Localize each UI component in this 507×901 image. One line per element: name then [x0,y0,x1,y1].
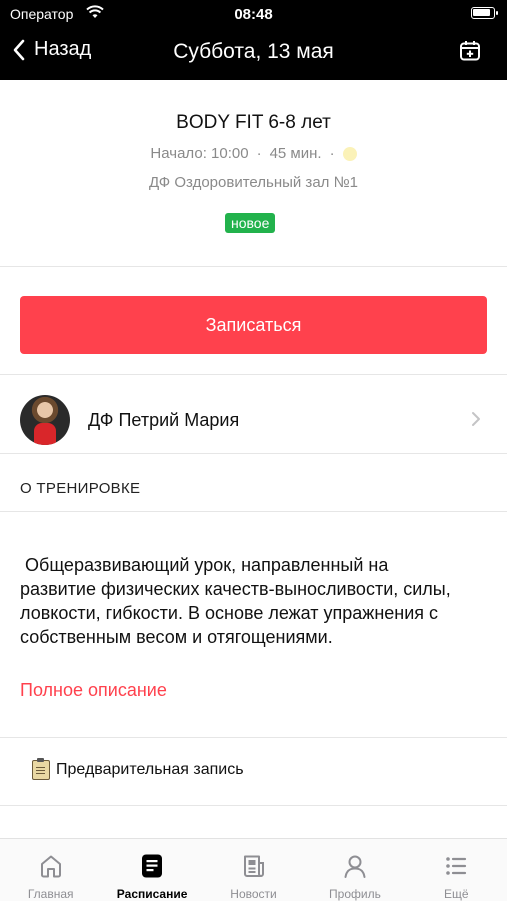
class-location: ДФ Оздоровительный зал №1 [148,174,359,191]
tab-label: Главная [27,887,74,901]
schedule-icon [140,851,164,881]
tab-bar: Главная Расписание Новости Профиль Ещё [0,838,507,901]
battery-icon [471,7,498,19]
preregistration-row: Предварительная запись [32,758,244,780]
preregistration-label: Предварительная запись [56,761,244,778]
separator: · [329,145,335,162]
class-title: BODY FIT 6-8 лет [176,112,331,133]
tab-label: Ещё [444,887,469,901]
top-bar: Оператор 08:48 Назад Суббота, 13 мая [0,0,507,80]
avatar [20,395,70,445]
clipboard-icon [32,758,50,780]
more-icon [443,851,469,881]
home-icon [38,851,64,881]
status-badge: новое [225,213,276,233]
tab-profile[interactable]: Профиль [304,839,405,901]
separator: · [256,145,262,162]
full-description-link[interactable]: Полное описание [20,680,167,701]
calendar-plus-icon[interactable] [459,40,481,67]
section-title: О ТРЕНИРОВКЕ [20,480,141,497]
sun-icon [342,146,357,161]
duration: 45 мин. [269,145,322,162]
signup-button[interactable]: Записаться [20,296,487,354]
class-header: BODY FIT 6-8 лет Начало: 10:00 · 45 мин.… [0,80,507,266]
divider [0,453,507,454]
divider [0,511,507,512]
class-meta: Начало: 10:00 · 45 мин. · [0,145,507,162]
tab-home[interactable]: Главная [0,839,101,901]
status-bar: Оператор 08:48 [0,0,507,28]
tab-news[interactable]: Новости [203,839,304,901]
news-icon [241,851,267,881]
divider [0,805,507,806]
page-title: Суббота, 13 мая [173,40,334,63]
tab-label: Профиль [329,887,381,901]
divider [0,266,507,267]
trainer-name: ДФ Петрий Мария [88,410,240,430]
divider [0,737,507,738]
profile-icon [342,851,368,881]
tab-label: Новости [230,887,277,901]
clock: 08:48 [234,6,273,23]
navigation-bar: Назад Суббота, 13 мая [0,30,507,74]
chevron-right-icon [472,412,480,426]
tab-schedule[interactable]: Расписание [101,839,202,901]
start-time: Начало: 10:00 [150,145,249,162]
tab-label: Расписание [116,887,188,901]
class-description: Общеразвивающий урок, направленный на ра… [20,555,456,647]
tab-more[interactable]: Ещё [406,839,507,901]
trainer-row[interactable]: ДФ Петрий Мария [0,375,507,453]
